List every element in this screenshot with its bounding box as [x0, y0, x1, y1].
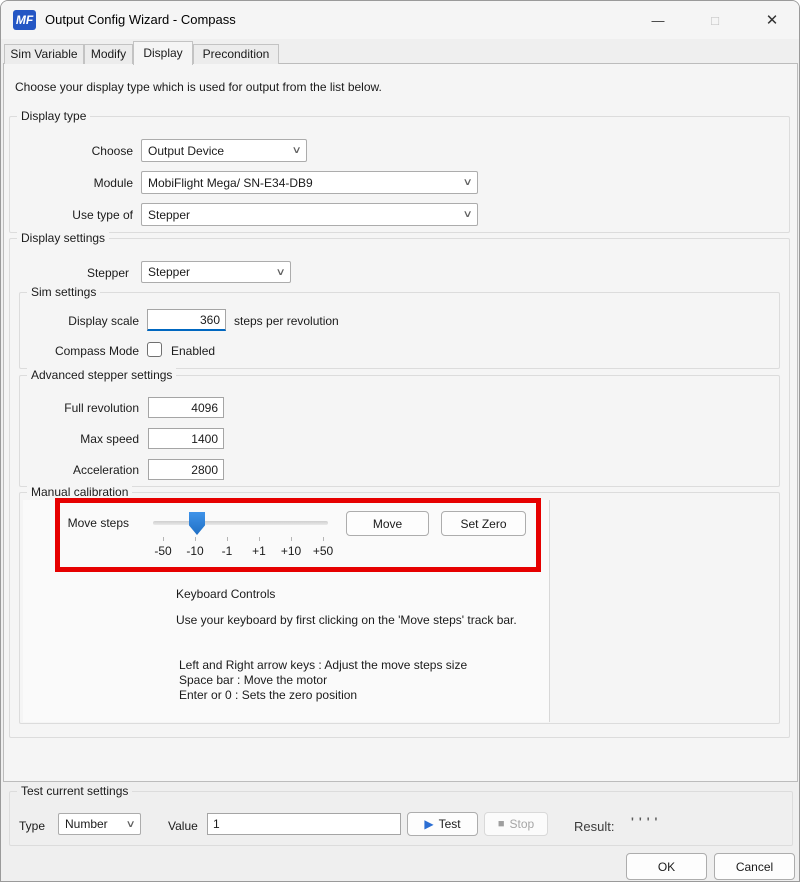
slider-tick-label: +10 [275, 544, 307, 558]
max-speed-label: Max speed [9, 432, 139, 446]
chevron-down-icon: ∨ [291, 145, 301, 156]
keyboard-controls-line: Left and Right arrow keys : Adjust the m… [179, 658, 467, 673]
acceleration-input[interactable] [148, 459, 224, 480]
choose-label: Choose [9, 144, 133, 158]
tab-sim-variable[interactable]: Sim Variable [4, 44, 84, 64]
stepper-dropdown[interactable]: Stepper ∨ [141, 261, 291, 283]
maximize-icon: □ [711, 13, 719, 28]
set-zero-button[interactable]: Set Zero [441, 511, 526, 536]
compass-mode-checkbox-label: Enabled [171, 344, 215, 358]
module-dropdown-value: MobiFlight Mega/ SN-E34-DB9 [148, 176, 313, 190]
test-button-label: Test [439, 817, 461, 831]
slider-tick [195, 537, 196, 541]
keyboard-controls-title: Keyboard Controls [176, 587, 275, 602]
move-button[interactable]: Move [346, 511, 429, 536]
keyboard-controls-line: Space bar : Move the motor [179, 673, 327, 688]
acceleration-label: Acceleration [9, 463, 139, 477]
test-type-dropdown-value: Number [65, 817, 108, 831]
chevron-down-icon: ∨ [462, 209, 472, 220]
stepper-label: Stepper [9, 266, 129, 280]
display-scale-suffix: steps per revolution [234, 314, 339, 328]
slider-tick [323, 537, 324, 541]
window-title: Output Config Wizard - Compass [45, 12, 236, 27]
mobiflight-logo-icon: MF [13, 10, 36, 30]
keyboard-controls-line: Enter or 0 : Sets the zero position [179, 688, 357, 703]
intro-text: Choose your display type which is used f… [15, 80, 382, 94]
module-label: Module [9, 176, 133, 190]
result-value: '''' [631, 815, 662, 829]
slider-tick-label: -50 [147, 544, 179, 558]
keyboard-controls-intro: Use your keyboard by first clicking on t… [176, 613, 576, 628]
dialog-window: MF Output Config Wizard - Compass — □ ✕ … [0, 0, 800, 882]
display-scale-label: Display scale [9, 314, 139, 328]
chevron-down-icon: ∨ [125, 819, 135, 830]
sim-settings-legend: Sim settings [27, 285, 100, 299]
test-value-label: Value [168, 819, 198, 833]
chevron-down-icon: ∨ [462, 177, 472, 188]
manual-calibration-legend: Manual calibration [27, 485, 132, 499]
test-type-label: Type [19, 819, 45, 833]
module-dropdown[interactable]: MobiFlight Mega/ SN-E34-DB9 ∨ [141, 171, 478, 194]
display-scale-input[interactable] [147, 309, 226, 331]
move-steps-label: Move steps [9, 516, 129, 530]
tab-precondition[interactable]: Precondition [193, 44, 279, 64]
full-revolution-input[interactable] [148, 397, 224, 418]
chevron-down-icon: ∨ [275, 267, 285, 278]
slider-tick-label: +1 [243, 544, 275, 558]
display-type-legend: Display type [17, 109, 90, 123]
full-revolution-label: Full revolution [9, 401, 139, 415]
choose-dropdown[interactable]: Output Device ∨ [141, 139, 307, 162]
slider-tick [227, 537, 228, 541]
move-steps-slider-track[interactable] [153, 521, 328, 525]
title-bar: MF Output Config Wizard - Compass — □ ✕ [1, 1, 800, 39]
stop-button: ■ Stop [484, 812, 548, 836]
compass-mode-checkbox[interactable] [147, 342, 162, 357]
compass-mode-label: Compass Mode [9, 344, 139, 358]
minimize-icon: — [652, 13, 665, 28]
maximize-button: □ [692, 1, 738, 39]
minimize-button[interactable]: — [635, 1, 681, 39]
test-settings-legend: Test current settings [17, 784, 132, 798]
advanced-stepper-legend: Advanced stepper settings [27, 368, 176, 382]
slider-tick-label: -1 [211, 544, 243, 558]
ok-button[interactable]: OK [626, 853, 707, 880]
close-icon: ✕ [766, 11, 779, 29]
slider-tick-label: -10 [179, 544, 211, 558]
tab-display[interactable]: Display [133, 41, 193, 65]
test-type-dropdown[interactable]: Number ∨ [58, 813, 141, 835]
use-type-label: Use type of [9, 208, 133, 222]
use-type-dropdown-value: Stepper [148, 208, 190, 222]
max-speed-input[interactable] [148, 428, 224, 449]
close-button[interactable]: ✕ [749, 1, 795, 39]
tab-modify[interactable]: Modify [84, 44, 133, 64]
stop-button-label: Stop [509, 817, 534, 831]
result-label: Result: [574, 819, 614, 834]
test-button[interactable]: ▶ Test [407, 812, 478, 836]
choose-dropdown-value: Output Device [148, 144, 224, 158]
use-type-dropdown[interactable]: Stepper ∨ [141, 203, 478, 226]
display-settings-legend: Display settings [17, 231, 109, 245]
slider-tick [291, 537, 292, 541]
slider-tick [259, 537, 260, 541]
stop-icon: ■ [498, 818, 505, 830]
stepper-dropdown-value: Stepper [148, 265, 190, 279]
test-value-input[interactable] [207, 813, 401, 835]
play-icon: ▶ [424, 817, 433, 831]
cancel-button[interactable]: Cancel [714, 853, 795, 880]
slider-tick-label: +50 [307, 544, 339, 558]
slider-tick [163, 537, 164, 541]
